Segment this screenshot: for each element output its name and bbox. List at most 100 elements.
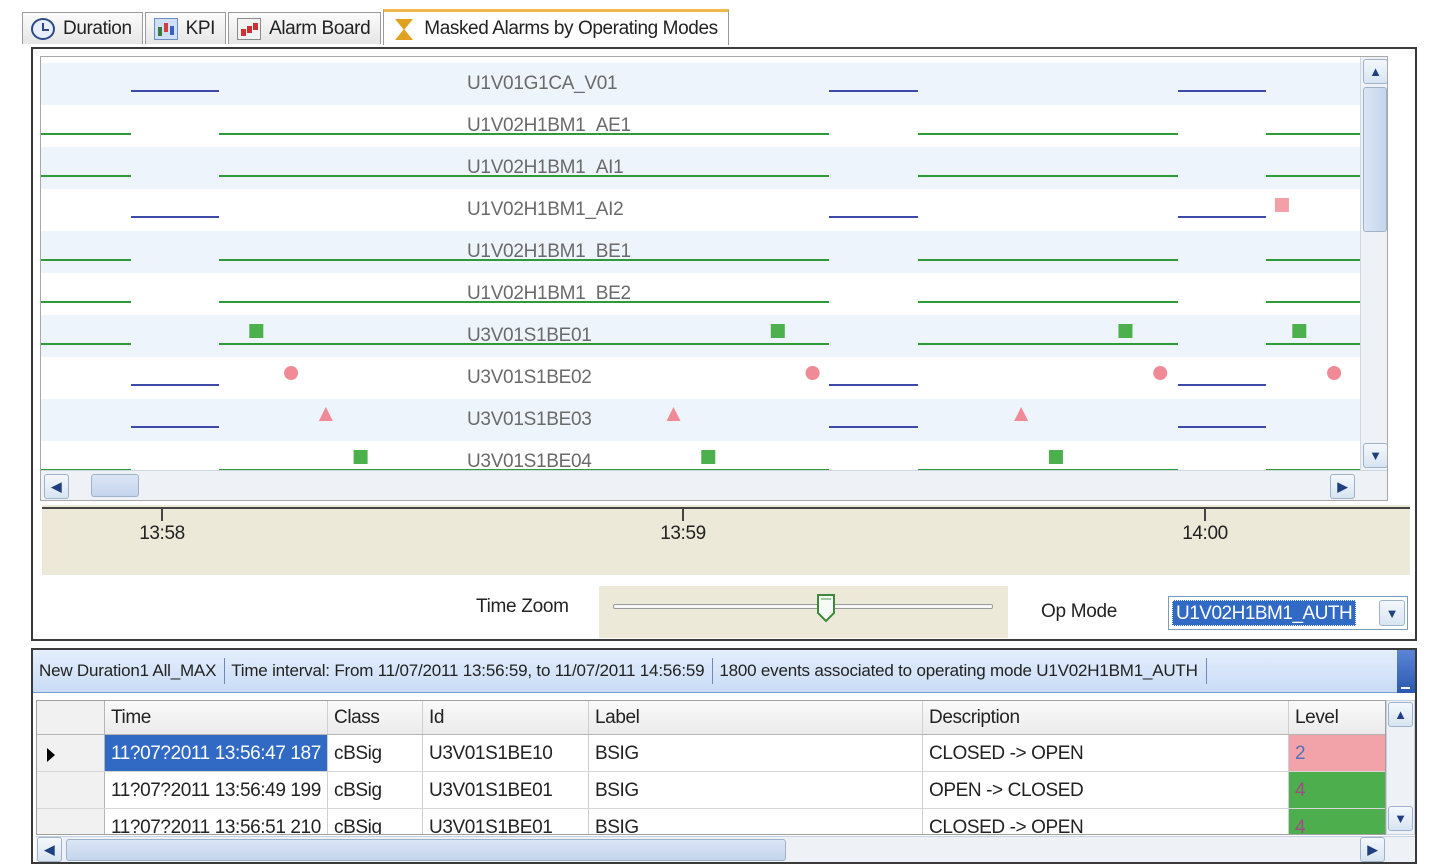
scroll-thumb[interactable] [66,839,786,861]
scroll-up-button[interactable]: ▲ [1363,59,1387,84]
op-mode-select[interactable]: U1V02H1BM1_AUTH ▼ [1168,596,1408,630]
scroll-down-button[interactable]: ▼ [1388,806,1413,831]
scroll-right-button[interactable]: ▶ [1360,837,1385,862]
alarm-event-marker [701,450,716,464]
slider-thumb[interactable] [816,593,836,623]
events-info: 1800 events associated to operating mode… [713,658,1207,684]
alarm-event-marker [318,407,333,421]
alarm-board-icon [237,17,262,40]
tab-alarm-board[interactable]: Alarm Board [228,12,382,44]
table-row[interactable]: 11?07?2011 13:56:49 199 cBSig U3V01S1BE01 B… [37,772,1385,809]
scroll-up-button[interactable]: ▲ [1388,702,1413,727]
cell-description[interactable]: CLOSED -> OPEN [923,809,1289,834]
cell-class[interactable]: cBSig [328,809,423,834]
chevron-down-icon[interactable]: ▼ [1379,600,1405,626]
tab-kpi[interactable]: KPI [144,12,227,44]
cell-class[interactable]: cBSig [328,735,423,771]
tab-label: KPI [185,17,216,39]
table-row[interactable]: 11?07?2011 13:56:47 187 cBSig U3V01S1BE10 B… [37,735,1385,772]
alarm-event-marker [1327,366,1342,380]
table-row[interactable]: 11?07?2011 13:56:51 210 cBSig U3V01S1BE01 B… [37,809,1385,834]
alarm-event-marker [1292,324,1307,338]
slider-track[interactable] [613,604,993,609]
alarm-event-marker [1014,407,1029,421]
column-header-label[interactable]: Label [589,701,923,734]
time-tick-label: 13:58 [139,523,185,544]
cell-time[interactable]: 11?07?2011 13:56:51 210 [105,809,328,834]
tab-duration[interactable]: Duration [22,12,143,44]
cell-level[interactable]: 2 [1289,735,1385,771]
tab-label: Duration [63,17,132,39]
interval-info: Time interval: From 11/07/2011 13:56:59,… [225,658,714,684]
scroll-thumb[interactable] [1363,87,1387,232]
scroll-left-button[interactable]: ◀ [44,474,69,499]
timeline-horizontal-scrollbar[interactable]: ◀ ▶ [41,470,1387,500]
column-header-time[interactable]: Time [105,701,328,734]
grid-header: Time Class Id Label Description Level [37,701,1385,735]
tab-strip: Duration KPI Alarm Board Masked Alarms b… [22,6,731,45]
time-tick [682,507,684,521]
tab-label: Alarm Board [269,17,371,39]
cell-description[interactable]: CLOSED -> OPEN [923,735,1289,771]
grid-horizontal-scrollbar[interactable]: ◀ ▶ [36,836,1415,862]
tab-masked-alarms[interactable]: Masked Alarms by Operating Modes [383,9,729,45]
alarm-event-marker [1274,198,1289,212]
row-selector[interactable] [37,772,105,808]
cell-level[interactable]: 4 [1289,809,1385,834]
column-header-description[interactable]: Description [923,701,1289,734]
cell-time[interactable]: 11?07?2011 13:56:49 199 [105,772,328,808]
alarm-event-marker [1153,366,1168,380]
cell-description[interactable]: OPEN -> CLOSED [923,772,1289,808]
alarm-event-marker [666,407,681,421]
cell-id[interactable]: U3V01S1BE10 [423,735,589,771]
time-zoom-label: Time Zoom [476,596,569,617]
current-row-arrow-icon [47,748,55,762]
row-selector[interactable] [37,809,105,834]
grid-vertical-scrollbar[interactable]: ▲ ▼ [1386,700,1415,835]
timeline-panel: U1V01G1CA_V01 U1V02H1BM1_AE1 U1V02H1BM1_AI… [31,47,1417,641]
timeline-vertical-scrollbar[interactable]: ▲ ▼ [1360,57,1387,470]
masked-alarm-icon [392,18,416,40]
column-header-id[interactable]: Id [423,701,589,734]
cell-label[interactable]: BSIG [589,735,923,771]
scroll-left-button[interactable]: ◀ [37,837,62,862]
alarm-event-marker [1118,324,1133,338]
column-header-class[interactable]: Class [328,701,423,734]
duration-info: New Duration1 All_MAX [33,658,226,684]
time-tick [161,507,163,521]
cell-level[interactable]: 4 [1289,772,1385,808]
events-grid: Time Class Id Label Description Level 11… [36,700,1386,835]
signal-timeline-chart[interactable]: U1V01G1CA_V01 U1V02H1BM1_AE1 U1V02H1BM1_AI… [40,56,1388,501]
alarm-event-marker [770,324,785,338]
events-panel: New Duration1 All_MAX Time interval: Fro… [31,648,1417,864]
kpi-chart-icon [153,17,178,40]
scroll-down-button[interactable]: ▼ [1363,443,1387,468]
alarm-event-marker [353,450,368,464]
cell-id[interactable]: U3V01S1BE01 [423,809,589,834]
op-mode-value: U1V02H1BM1_AUTH [1172,600,1357,626]
cell-label[interactable]: BSIG [589,809,923,834]
time-tick-label: 13:59 [660,523,706,544]
timeline-marks [41,90,1360,470]
alarm-event-marker [249,324,264,338]
scroll-thumb[interactable] [91,474,139,497]
info-bar: New Duration1 All_MAX Time interval: Fro… [33,650,1415,693]
time-zoom-slider[interactable] [599,586,1008,638]
time-tick-label: 14:00 [1182,523,1228,544]
alarm-event-marker [284,366,299,380]
column-header-level[interactable]: Level [1289,701,1385,734]
cell-label[interactable]: BSIG [589,772,923,808]
alarm-event-marker [805,366,820,380]
collapse-panel-button[interactable] [1397,650,1415,693]
time-tick [1204,507,1206,521]
time-axis: 13:58 13:59 14:00 [42,505,1410,575]
cell-time[interactable]: 11?07?2011 13:56:47 187 [105,735,328,771]
tab-label: Masked Alarms by Operating Modes [424,17,718,39]
alarm-event-marker [1048,450,1063,464]
op-mode-label: Op Mode [1041,601,1118,622]
cell-class[interactable]: cBSig [328,772,423,808]
scroll-right-button[interactable]: ▶ [1330,474,1355,499]
cell-id[interactable]: U3V01S1BE01 [423,772,589,808]
row-selector[interactable] [37,735,105,771]
clock-icon [31,17,55,40]
